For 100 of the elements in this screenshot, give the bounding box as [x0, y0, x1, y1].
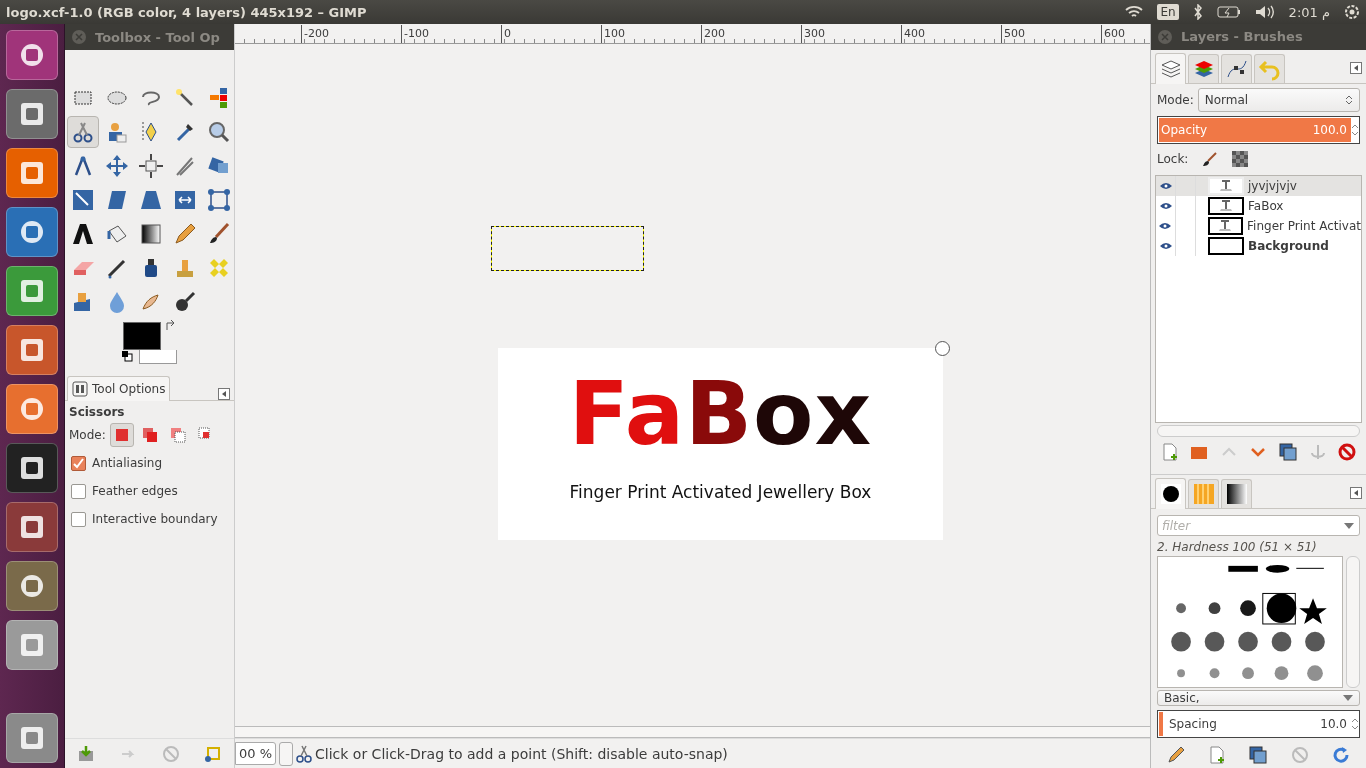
checkbox-label: Interactive boundary [92, 512, 218, 526]
status-message: Click or Click-Drag to add a point (Shift: disable auto-snap) [315, 745, 728, 762]
logo-text: Fa [568, 366, 685, 462]
scissors-icon [296, 744, 313, 763]
align-icon [138, 153, 164, 179]
checker-lock-icon[interactable] [1232, 151, 1249, 168]
eye-icon[interactable] [1159, 242, 1172, 251]
ruler-label: 600 [1101, 25, 1125, 43]
text-tool-icon [70, 221, 96, 247]
panel-tab[interactable] [1221, 53, 1252, 83]
power-icon [1344, 4, 1360, 20]
new-page-icon[interactable] [1208, 746, 1227, 765]
panel-menu-icon[interactable] [1350, 62, 1362, 75]
save-icon[interactable] [77, 744, 96, 763]
tool-options-tab[interactable]: Tool Options [67, 376, 171, 401]
spin-arrows-icon [1345, 93, 1353, 106]
brush-lock-icon[interactable] [1202, 151, 1219, 168]
pencil-icon [172, 221, 198, 247]
horizontal-scrollbar[interactable] [1157, 425, 1360, 437]
checkbox-label: Antialiasing [92, 456, 163, 470]
check-icon [73, 457, 84, 469]
logo-text: B [685, 366, 754, 462]
launcher-button[interactable] [6, 30, 58, 80]
launcher-button[interactable] [6, 443, 58, 493]
checkbox[interactable] [71, 483, 86, 499]
ruler-label: -200 [301, 25, 329, 43]
foreground-color-swatch[interactable] [123, 322, 161, 350]
eye-icon[interactable] [1159, 202, 1172, 211]
spacing-slider[interactable]: Spacing 10.0 [1157, 710, 1360, 739]
checkbox[interactable] [71, 511, 86, 527]
pattern-icon [1193, 483, 1214, 504]
delete-icon[interactable] [1338, 442, 1357, 461]
gradient-icon [1226, 483, 1247, 504]
duplicate-icon[interactable] [1249, 746, 1268, 765]
ruler-label: 0 [501, 25, 511, 43]
bluetooth-icon [1192, 4, 1203, 20]
battery-icon [1216, 6, 1241, 18]
window-title: logo.xcf-1.0 (RGB color, 4 layers) 445x192 – GIMP [6, 4, 368, 20]
filter-field[interactable]: filter [1157, 514, 1360, 537]
new-page-icon[interactable] [1160, 442, 1179, 461]
launcher-button[interactable] [6, 502, 58, 552]
window-title: Toolbox - Tool Op [95, 29, 220, 45]
layer-row[interactable]: Finger Print Activat [1156, 216, 1361, 237]
refresh-icon[interactable] [1332, 746, 1351, 765]
add-mode-icon [140, 426, 159, 444]
brush-tip-icon [1160, 483, 1181, 504]
zoom-field[interactable]: 00 % [235, 742, 277, 765]
layer-row[interactable]: jyvjvjvjv [1156, 176, 1361, 197]
default-colors-icon[interactable] [121, 350, 133, 362]
subtract-mode-icon [168, 426, 187, 444]
dropdown-arrow-icon [1344, 522, 1354, 529]
brush-grid-drawing[interactable] [1157, 556, 1343, 689]
ruler-label: 200 [701, 25, 725, 43]
layer-row[interactable]: FaBox [1156, 196, 1361, 217]
ruler-label: 400 [901, 25, 925, 43]
move-arrows-icon [104, 153, 130, 179]
spin-arrows-icon [1351, 717, 1359, 732]
vertical-scrollbar[interactable] [1346, 556, 1360, 689]
panel-menu-icon[interactable] [1350, 487, 1362, 500]
text-layer-icon [1219, 200, 1233, 213]
pencil-icon[interactable] [1166, 746, 1185, 765]
gradient-icon [138, 221, 164, 247]
ruler-label: 300 [801, 25, 825, 43]
volume-icon [1254, 5, 1275, 19]
dropdown-arrow-icon [1343, 695, 1353, 702]
tool-name: Scissors [69, 405, 126, 419]
text-layer-icon [1219, 180, 1233, 193]
keyboard-indicator[interactable]: En [1157, 4, 1179, 20]
checkbox-label: Feather edges [92, 484, 178, 498]
wifi-icon [1125, 5, 1144, 19]
mode-dropdown[interactable]: Normal [1197, 87, 1360, 112]
panel-tab[interactable] [1221, 478, 1252, 508]
eye-icon[interactable] [1159, 222, 1172, 231]
subtitle-text: Finger Print Activated Jewellery Box [569, 482, 872, 502]
duplicate-icon[interactable] [1279, 442, 1298, 461]
mode-button[interactable] [109, 423, 134, 447]
eye-icon[interactable] [1159, 182, 1172, 191]
background-color-swatch[interactable] [139, 350, 177, 364]
checkbox[interactable] [71, 455, 86, 471]
scale-icon [70, 187, 96, 213]
ruler-label: 500 [1001, 25, 1025, 43]
reset-icon[interactable] [203, 744, 222, 763]
ruler-label: -100 [401, 25, 429, 43]
mode-label: Mode: [1157, 92, 1194, 107]
panel-tab[interactable] [1155, 477, 1186, 509]
panel-menu-icon[interactable] [218, 388, 230, 400]
text-layer-icon [1218, 220, 1233, 233]
brush-set-dropdown[interactable]: Basic, [1157, 690, 1360, 707]
lock-label: Lock: [1157, 152, 1189, 167]
magnifier-icon [206, 119, 232, 145]
mode-label: Mode: [69, 428, 106, 442]
window-title: Layers - Brushes [1181, 29, 1303, 45]
ruler-label: 100 [601, 25, 625, 43]
transform-handle[interactable] [935, 341, 950, 356]
sliders-icon [72, 381, 88, 397]
layer-row[interactable]: Background [1156, 236, 1361, 257]
swap-arrow-icon[interactable] [165, 320, 177, 332]
horizontal-scrollbar[interactable] [235, 726, 1150, 738]
clock[interactable]: م 2:01 [1288, 4, 1330, 20]
spin-arrows-icon [1351, 122, 1359, 137]
